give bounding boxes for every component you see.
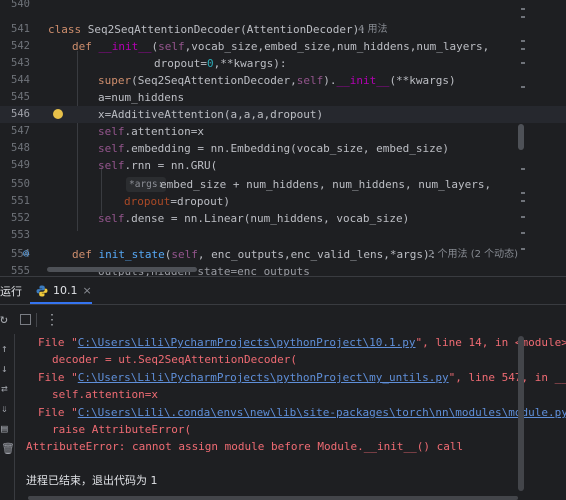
code-line: 541 class Seq2SeqAttentionDecoder(Attent… [0, 21, 566, 38]
line-number: 545 [11, 91, 30, 103]
usages-hint[interactable]: 2 个用法 (2 个动态) [428, 246, 518, 263]
code-line: 552 self.dense = nn.Linear(num_hiddens, … [0, 210, 566, 227]
line-number: 548 [11, 142, 30, 154]
code-text: super(Seq2SeqAttentionDecoder,self).__in… [98, 74, 456, 87]
line-number: 541 [11, 23, 30, 35]
scroll-marker[interactable] [521, 232, 525, 234]
scroll-marker[interactable] [521, 8, 525, 10]
lightbulb-icon[interactable] [53, 109, 63, 119]
code-line: 549 self.rnn = nn.GRU( [0, 157, 566, 174]
code-text: self.attention=x [98, 125, 204, 138]
usages-hint[interactable]: 4 用法 [358, 21, 388, 38]
console-line: decoder = ut.Seq2SeqAttentionDecoder( [52, 353, 298, 366]
scroll-marker[interactable] [521, 40, 525, 42]
line-number: 544 [11, 74, 30, 86]
scroll-marker[interactable] [521, 62, 525, 64]
console-side-toolbar: ↑ ↓ ⇄ ⇓ ▤ 🗑 [0, 334, 15, 500]
print-icon[interactable]: ▤ [1, 422, 8, 435]
code-line: 548 self.embedding = nn.Embedding(vocab_… [0, 140, 566, 157]
scroll-marker[interactable] [521, 200, 525, 202]
line-number: 550 [11, 178, 30, 190]
line-number: 552 [11, 212, 30, 224]
console-output[interactable]: File "C:\Users\Lili\PycharmProjects\pyth… [14, 334, 566, 500]
rerun-icon[interactable]: ↻ [0, 305, 8, 335]
scroll-marker[interactable] [521, 86, 525, 88]
stop-icon[interactable] [20, 305, 31, 335]
editor-scrollbar[interactable] [518, 124, 524, 150]
code-line: 543 dropout=0,**kwargs): [0, 55, 566, 72]
code-line: 540 [0, 0, 566, 13]
console-line: self.attention=x [52, 388, 158, 401]
run-tool-window-header: 运行 10.1 × [0, 277, 566, 304]
code-editor[interactable]: 540 541 class Seq2SeqAttentionDecoder(At… [0, 0, 566, 276]
code-line: 547 self.attention=x [0, 123, 566, 140]
line-number: 540 [11, 0, 30, 10]
run-panel-label: 运行 [0, 285, 22, 298]
process-exit-message: 进程已结束，退出代码为 1 [26, 474, 158, 487]
more-options-icon[interactable]: ⋮ [45, 305, 59, 335]
line-number: 547 [11, 125, 30, 137]
close-icon[interactable]: × [83, 284, 92, 297]
console-line: File "C:\Users\Lili\.conda\envs\new\lib\… [38, 406, 566, 419]
override-gutter-icon[interactable]: ◎ [23, 248, 29, 259]
code-text: x=AdditiveAttention(a,a,a,dropout) [98, 108, 324, 121]
code-line: 553 [0, 227, 566, 244]
code-text: self.dense = nn.Linear(num_hiddens, voca… [98, 212, 410, 225]
code-text: self.embedding = nn.Embedding(vocab_size… [98, 142, 450, 155]
scroll-marker[interactable] [521, 168, 525, 170]
console-line: File "C:\Users\Lili\PycharmProjects\pyth… [38, 336, 566, 349]
console-scrollbar[interactable] [518, 336, 524, 491]
code-text: embed_size + num_hiddens, num_hiddens, n… [160, 178, 492, 191]
soft-wrap-icon[interactable]: ⇄ [1, 382, 8, 395]
code-line: 545 a=num_hiddens [0, 89, 566, 106]
code-line: 554 ◎ def init_state(self, enc_outputs,e… [0, 246, 566, 263]
scroll-marker[interactable] [521, 216, 525, 218]
code-text: dropout=0,**kwargs): [154, 57, 287, 70]
trash-icon[interactable]: 🗑 [1, 442, 15, 455]
console-line: raise AttributeError( [52, 423, 192, 436]
toolbar-divider [36, 313, 37, 327]
file-link[interactable]: C:\Users\Lili\PycharmProjects\pythonProj… [78, 371, 449, 384]
line-number: 542 [11, 40, 30, 52]
file-link[interactable]: C:\Users\Lili\.conda\envs\new\lib\site-p… [78, 406, 566, 419]
code-line: 544 super(Seq2SeqAttentionDecoder,self).… [0, 72, 566, 89]
scroll-marker[interactable] [521, 16, 525, 18]
line-number: 546 [11, 108, 30, 120]
python-icon [36, 285, 48, 296]
scroll-marker[interactable] [521, 248, 525, 250]
code-text: def __init__(self,vocab_size,embed_size,… [72, 40, 490, 53]
code-text: class Seq2SeqAttentionDecoder(AttentionD… [48, 23, 380, 36]
arrow-up-icon[interactable]: ↑ [1, 342, 8, 355]
line-number: 549 [11, 159, 30, 171]
scroll-marker[interactable] [521, 48, 525, 50]
run-tab[interactable]: 10.1 × [30, 280, 98, 301]
code-line: 542 def __init__(self,vocab_size,embed_s… [0, 38, 566, 55]
line-number: 553 [11, 229, 30, 241]
code-text: self.rnn = nn.GRU( [98, 159, 218, 172]
code-line: 551 dropout=dropout) [0, 193, 566, 210]
line-number: 551 [11, 195, 30, 207]
scroll-to-end-icon[interactable]: ⇓ [1, 402, 8, 415]
code-text: def init_state(self, enc_outputs,enc_val… [72, 248, 443, 261]
scroll-marker[interactable] [521, 192, 525, 194]
console-line: File "C:\Users\Lili\PycharmProjects\pyth… [38, 371, 566, 384]
line-number: 555 [11, 265, 30, 276]
code-text: dropout=dropout) [124, 195, 230, 208]
code-text: a=num_hiddens [98, 91, 185, 104]
line-number: 543 [11, 57, 30, 69]
console-horizontal-scrollbar[interactable] [28, 496, 518, 500]
code-line: 550 *args: embed_size + num_hiddens, num… [0, 176, 566, 193]
run-tab-label: 10.1 [53, 284, 78, 297]
run-toolbar: ↻ ⋮ [0, 304, 566, 335]
error-message: AttributeError: cannot assign module bef… [26, 440, 464, 453]
editor-horizontal-scrollbar[interactable] [47, 267, 197, 272]
code-line-current: 546 x=AdditiveAttention(a,a,a,dropout) [0, 106, 566, 123]
file-link[interactable]: C:\Users\Lili\PycharmProjects\pythonProj… [78, 336, 416, 349]
arrow-down-icon[interactable]: ↓ [1, 362, 8, 375]
